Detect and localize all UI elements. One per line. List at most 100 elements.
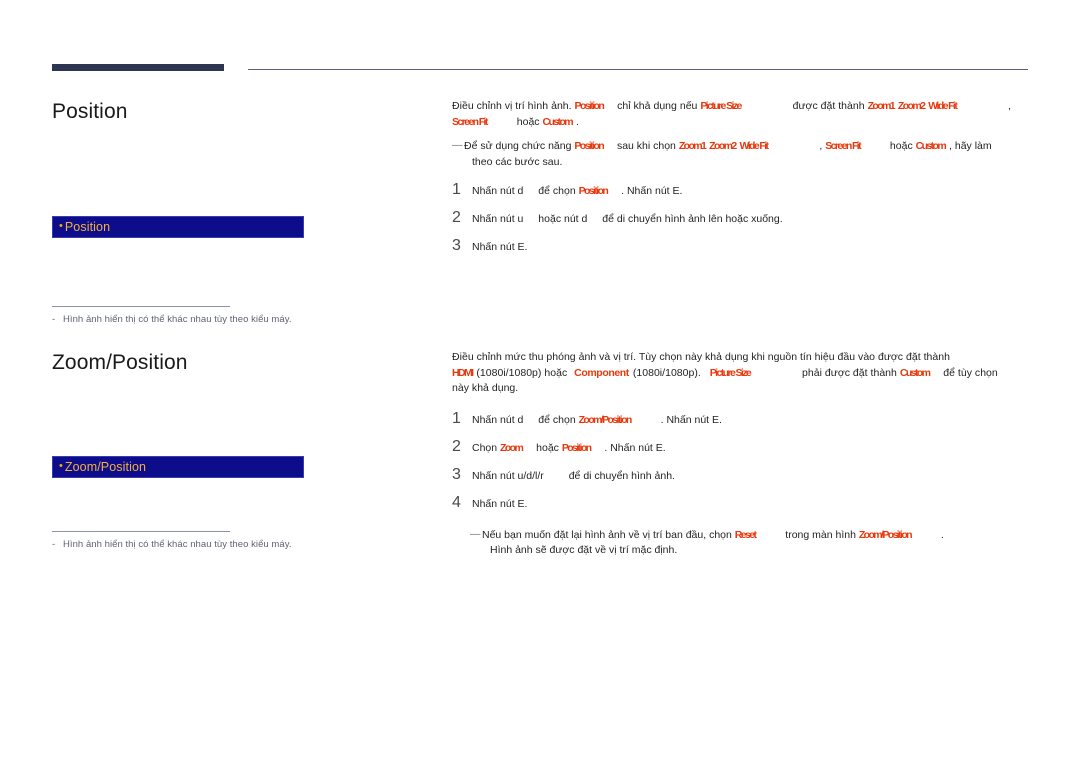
step-text-b: hoặc (536, 441, 559, 454)
position-tip: — Để sử dụng chức năng Position sau khi … (452, 139, 1042, 170)
zoom-position-steps: 1 Nhấn nút d để chọn Zoom/Position . Nhấ… (452, 409, 1042, 512)
intro-text-c: (1080i/1080p). (632, 366, 701, 379)
step-number: 1 (452, 409, 461, 427)
intro-text-f: này khả dụng. (452, 382, 519, 394)
keyword-position: Position (578, 185, 609, 197)
section-position-right: Điều chỉnh vị trí hình ảnh. Position chỉ… (452, 99, 1042, 255)
intro-text-e: để tùy chọn (943, 366, 998, 379)
step-number: 4 (452, 493, 461, 511)
zoom-position-note: - Hình ảnh hiển thị có thể khác nhau tùy… (52, 531, 432, 550)
step-text-b: để chọn (538, 413, 576, 426)
keyword-wide-fit: Wide Fit (928, 100, 958, 112)
keyword-position: Position (574, 140, 604, 152)
step-text-a: Nhấn nút u (472, 213, 524, 225)
step-item: 3 Nhấn nút u/d/l/r để di chuyển hình ảnh… (452, 465, 1042, 484)
zoom-position-intro-paragraph: Điều chỉnh mức thu phóng ảnh và vị trí. … (452, 350, 1042, 397)
tip-text-e: theo các bước sau. (472, 155, 563, 168)
step-text-a: Nhấn nút d (472, 185, 524, 197)
step-text: Chọn Zoom hoặc Position . Nhấn nút E. (472, 439, 666, 456)
step-text: Nhấn nút d để chọn Zoom/Position . Nhấn … (472, 411, 722, 428)
tip-body: Nếu bạn muốn đặt lại hình ảnh về vị trí … (482, 528, 1042, 559)
note-divider (52, 306, 230, 307)
note-divider (52, 531, 230, 532)
note-row: - Hình ảnh hiển thị có thể khác nhau tùy… (52, 539, 432, 550)
keyword-custom: Custom (899, 366, 931, 379)
intro-text-a: Điều chỉnh vị trí hình ảnh. (452, 100, 572, 112)
tip-text-a: Nếu bạn muốn đặt lại hình ảnh về vị trí … (482, 528, 732, 541)
step-number: 2 (452, 437, 461, 455)
tip-dash-icon: — (452, 139, 463, 151)
intro-text-a: Điều chỉnh mức thu phóng ảnh và vị trí. … (452, 351, 950, 363)
header-thin-line (248, 69, 1028, 70)
bullet-dot-icon: • (59, 459, 63, 472)
keyword-position: Position (561, 441, 592, 454)
position-note: - Hình ảnh hiển thị có thể khác nhau tùy… (52, 306, 432, 325)
keyword-zoom2: Zoom2 (709, 140, 737, 152)
tip-text-c: hoặc (889, 140, 913, 152)
step-item: 3 Nhấn nút E. (452, 238, 1042, 255)
step-text-b: hoặc nút d (538, 213, 588, 225)
step-text: Nhấn nút u hoặc nút d để di chuyển hình … (472, 210, 783, 227)
step-item: 1 Nhấn nút d để chọn Position . Nhấn nút… (452, 182, 1042, 199)
tip-comma: , (819, 140, 823, 152)
position-menu-box-wrap: • Position (52, 216, 432, 238)
keyword-screen-fit: Screen Fit (452, 115, 488, 128)
header-accent-bar (52, 64, 224, 71)
tip-text-d: Hình ảnh sẽ được đặt về vị trí mặc định. (490, 544, 678, 556)
note-text: Hình ảnh hiển thị có thể khác nhau tùy t… (63, 314, 292, 325)
tip-text-b: trong màn hình (785, 528, 856, 541)
step-item: 2 Chọn Zoom hoặc Position . Nhấn nút E. (452, 437, 1042, 456)
zoom-position-tip: — Nếu bạn muốn đặt lại hình ảnh về vị tr… (452, 528, 1042, 559)
step-number: 1 (452, 181, 461, 198)
tip-body: Để sử dụng chức năng Position sau khi ch… (464, 139, 1042, 170)
keyword-custom: Custom (542, 115, 574, 128)
step-number: 2 (452, 209, 461, 226)
position-steps: 1 Nhấn nút d để chọn Position . Nhấn nút… (452, 182, 1042, 255)
page-title: Position (52, 100, 128, 123)
step-text-c: . Nhấn nút E. (660, 413, 722, 426)
bullet-dot-icon: • (59, 219, 63, 232)
section-position-left: Position (52, 100, 432, 124)
step-text-b: để chọn (538, 185, 576, 197)
step-text: Nhấn nút E. (472, 497, 528, 510)
keyword-wide-fit: Wide Fit (739, 140, 770, 152)
intro-comma: , (1008, 100, 1012, 112)
step-text: Nhấn nút d để chọn Position . Nhấn nút E… (472, 182, 682, 199)
keyword-component: Component (574, 366, 629, 379)
step-number: 3 (452, 465, 461, 483)
page-header-rule (52, 64, 1028, 74)
intro-period: . (575, 115, 579, 128)
keyword-zoom: Zoom (500, 441, 524, 454)
keyword-picture-size: Picture Size (709, 366, 752, 379)
tip-text-b: sau khi chọn (616, 140, 676, 152)
menu-item-position[interactable]: • Position (52, 216, 304, 238)
note-dash: - (52, 539, 56, 550)
step-text-a: Nhấn nút d (472, 413, 524, 426)
keyword-zoom-position: Zoom/Position (578, 413, 633, 426)
step-text: Nhấn nút u/d/l/r để di chuyển hình ảnh. (472, 467, 675, 484)
note-dash: - (52, 314, 56, 325)
keyword-zoom2: Zoom2 (897, 100, 926, 112)
intro-text-b: chỉ khả dụng nếu (617, 100, 698, 112)
intro-text-d: hoặc (516, 115, 540, 128)
intro-text-d: phải được đặt thành (802, 366, 897, 379)
step-item: 1 Nhấn nút d để chọn Zoom/Position . Nhấ… (452, 409, 1042, 428)
section-zoom-position-right: Điều chỉnh mức thu phóng ảnh và vị trí. … (452, 350, 1042, 559)
keyword-zoom1: Zoom1 (678, 140, 707, 152)
note-row: - Hình ảnh hiển thị có thể khác nhau tùy… (52, 314, 432, 325)
keyword-zoom1: Zoom1 (867, 100, 896, 112)
menu-item-zoom-position[interactable]: • Zoom/Position (52, 456, 304, 478)
keyword-reset: Reset (734, 528, 757, 541)
intro-text-c: được đặt thành (792, 100, 865, 112)
menu-item-zoom-position-label: Zoom/Position (64, 460, 147, 474)
position-intro-paragraph: Điều chỉnh vị trí hình ảnh. Position chỉ… (452, 99, 1042, 130)
tip-period: . (940, 528, 944, 541)
keyword-zoom-position: Zoom/Position (858, 528, 913, 541)
step-text-c: . Nhấn nút E. (604, 441, 666, 454)
step-text-a: Chọn (472, 441, 498, 454)
tip-text-a: Để sử dụng chức năng (464, 140, 572, 152)
keyword-screen-fit: Screen Fit (825, 140, 861, 152)
step-text-a: Nhấn nút u/d/l/r (472, 469, 544, 482)
section-zoom-position-left: Zoom/Position (52, 351, 432, 375)
keyword-picture-size: Picture Size (700, 100, 742, 112)
